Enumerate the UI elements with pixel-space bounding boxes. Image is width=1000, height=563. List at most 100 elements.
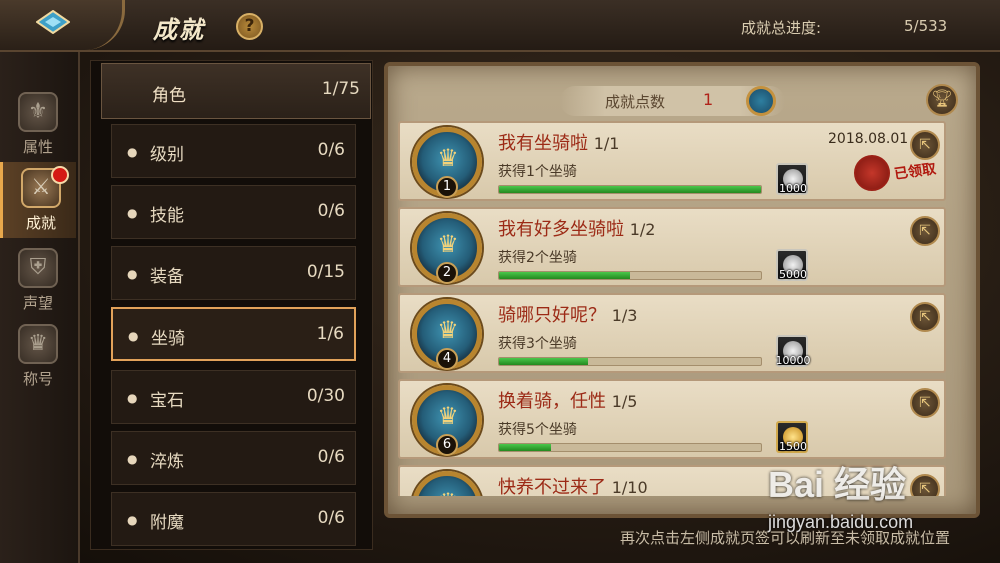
achievement-desc: 获得2个坐骑 — [498, 250, 577, 266]
category-name: 装备 — [150, 267, 184, 287]
back-button[interactable] — [0, 0, 125, 50]
share-icon: ⇱ — [919, 395, 931, 411]
category-name: 技能 — [150, 206, 184, 226]
reward-amount: 1000 — [779, 182, 807, 195]
page-title: 成就 — [153, 16, 205, 44]
nav-label: 属性 — [22, 138, 53, 156]
progress-bar — [498, 271, 762, 280]
trophy-button[interactable]: 🏆︎ — [926, 84, 958, 116]
total-progress-label: 成就总进度: — [741, 19, 822, 37]
achievement-desc: 获得5个坐骑 — [498, 422, 577, 438]
achievement-name: 快养不过来了 1/10 — [498, 477, 648, 496]
progress-bar — [498, 357, 762, 366]
category-count: 0/15 — [306, 262, 345, 282]
category-count: 0/30 — [306, 386, 345, 406]
watermark-url: jingyan.baidu.com — [768, 512, 914, 532]
baidu-logo: Bai 经验 — [768, 464, 907, 505]
reward-silver-icon[interactable]: 5000 — [776, 249, 808, 281]
category-list: 角色 1/75 ● 级别 0/6 ● 技能 0/6 ● 装备 0/15 ● 坐骑… — [90, 60, 373, 550]
category-item-skill[interactable]: ● 技能 0/6 — [111, 185, 356, 239]
category-count: 0/6 — [317, 140, 345, 160]
crown-medal-icon: ♛ — [412, 471, 482, 496]
achievement-row: ♛ 4 骑哪只好呢？ 1/3 获得3个坐骑 10000 ⇱ — [398, 293, 946, 373]
category-count: 0/6 — [317, 447, 345, 467]
category-item-temper[interactable]: ● 淬炼 0/6 — [111, 431, 356, 485]
progress-bar — [498, 185, 762, 194]
share-button[interactable]: ⇱ — [910, 216, 940, 246]
total-progress-value: 5/533 — [904, 17, 948, 35]
share-icon: ⇱ — [919, 137, 931, 153]
achievement-points: 成就点数 1 — [560, 86, 785, 116]
crown-medal-icon: ♛ 6 — [412, 385, 482, 456]
reward-amount: 1500 — [779, 440, 807, 453]
achievement-name: 换着骑，任性 1/5 — [498, 391, 638, 412]
claimed-stamp: 已领取 — [854, 155, 946, 191]
achievement-desc: 获得3个坐骑 — [498, 336, 577, 352]
share-button[interactable]: ⇱ — [910, 302, 940, 332]
achievement-screen: 成就 ? 成就总进度: 5/533 ⚜ 属性 ⚔ 成就 ⛨ 声望 ♛ 称号 角色… — [0, 0, 1000, 563]
category-name: 级别 — [150, 145, 184, 165]
reward-gold-icon[interactable]: 1500 — [776, 421, 808, 453]
achievement-name: 我有坐骑啦 1/1 — [498, 133, 620, 154]
achievement-date: 2018.08.01 — [828, 131, 909, 147]
crown-medal-icon: ♛ 4 — [412, 299, 482, 370]
crown-medal-icon: ♛ 1 — [412, 127, 482, 198]
progress-bar — [498, 443, 762, 452]
medal-level: 4 — [436, 348, 458, 370]
medal-level: 6 — [436, 434, 458, 456]
points-medal-icon — [746, 86, 776, 116]
share-icon: ⇱ — [919, 223, 931, 239]
achievement-name: 我有好多坐骑啦 1/2 — [498, 219, 656, 240]
achievement-name: 骑哪只好呢？ 1/3 — [498, 305, 638, 326]
category-name: 宝石 — [150, 391, 184, 411]
category-item-mount[interactable]: ● 坐骑 1/6 — [111, 307, 356, 361]
category-parent-role[interactable]: 角色 1/75 — [101, 63, 371, 119]
category-item-equipment[interactable]: ● 装备 0/15 — [111, 246, 356, 300]
achievement-row: ♛ 1 我有坐骑啦 1/1 获得1个坐骑 1000 2018.08.01 ⇱ 已… — [398, 121, 946, 201]
attributes-icon: ⚜ — [18, 92, 58, 132]
nav-item-achievement[interactable]: ⚔ 成就 — [0, 162, 76, 238]
category-count: 1/75 — [321, 79, 360, 99]
crown-medal-icon: ♛ 2 — [412, 213, 482, 284]
achievement-row: ♛ 6 换着骑，任性 1/5 获得5个坐骑 1500 ⇱ — [398, 379, 946, 459]
achievement-desc: 获得1个坐骑 — [498, 164, 577, 180]
category-name: 角色 — [152, 86, 186, 106]
wax-seal-icon — [854, 155, 890, 191]
help-button[interactable]: ? — [236, 13, 263, 40]
points-label: 成就点数 — [605, 93, 666, 111]
achievement-panel: 成就点数 1 🏆︎ ♛ 1 我有坐骑啦 1/1 获得1个坐骑 1000 2018… — [384, 62, 980, 518]
trophy-icon: 🏆︎ — [931, 89, 953, 109]
nav-item-title[interactable]: ♛ 称号 — [0, 318, 76, 394]
medal-level: 1 — [436, 176, 458, 198]
nav-label: 称号 — [22, 370, 53, 388]
category-count: 0/6 — [317, 201, 345, 221]
nav-item-reputation[interactable]: ⛨ 声望 — [0, 242, 76, 318]
title-icon: ♛ — [18, 324, 58, 364]
category-item-level[interactable]: ● 级别 0/6 — [111, 124, 356, 178]
achievement-row: ♛ 2 我有好多坐骑啦 1/2 获得2个坐骑 5000 ⇱ — [398, 207, 946, 287]
reputation-icon: ⛨ — [18, 248, 58, 288]
notification-badge — [51, 166, 69, 184]
category-name: 附魔 — [150, 513, 184, 533]
category-count: 0/6 — [317, 508, 345, 528]
share-icon: ⇱ — [919, 309, 931, 325]
category-name: 淬炼 — [150, 452, 184, 472]
back-diamond-icon — [36, 10, 70, 34]
points-value: 1 — [703, 90, 714, 109]
nav-item-attributes[interactable]: ⚜ 属性 — [0, 86, 76, 162]
achievement-list[interactable]: ♛ 1 我有坐骑啦 1/1 获得1个坐骑 1000 2018.08.01 ⇱ 已… — [398, 121, 946, 496]
side-nav: ⚜ 属性 ⚔ 成就 ⛨ 声望 ♛ 称号 — [0, 52, 80, 563]
reward-amount: 5000 — [779, 268, 807, 281]
medal-level: 2 — [436, 262, 458, 284]
top-bar: 成就 ? 成就总进度: 5/533 — [0, 0, 1000, 52]
category-count: 1/6 — [316, 324, 344, 344]
category-item-enchant[interactable]: ● 附魔 0/6 — [111, 492, 356, 546]
share-button[interactable]: ⇱ — [910, 388, 940, 418]
reward-silver-icon[interactable]: 10000 — [776, 335, 811, 367]
reward-silver-icon[interactable]: 1000 — [776, 163, 808, 195]
baidu-watermark: Bai 经验 jingyan.baidu.com — [768, 456, 993, 552]
category-item-gem[interactable]: ● 宝石 0/30 — [111, 370, 356, 424]
nav-label: 声望 — [22, 294, 53, 312]
reward-amount: 10000 — [775, 354, 811, 367]
nav-label: 成就 — [25, 214, 56, 232]
